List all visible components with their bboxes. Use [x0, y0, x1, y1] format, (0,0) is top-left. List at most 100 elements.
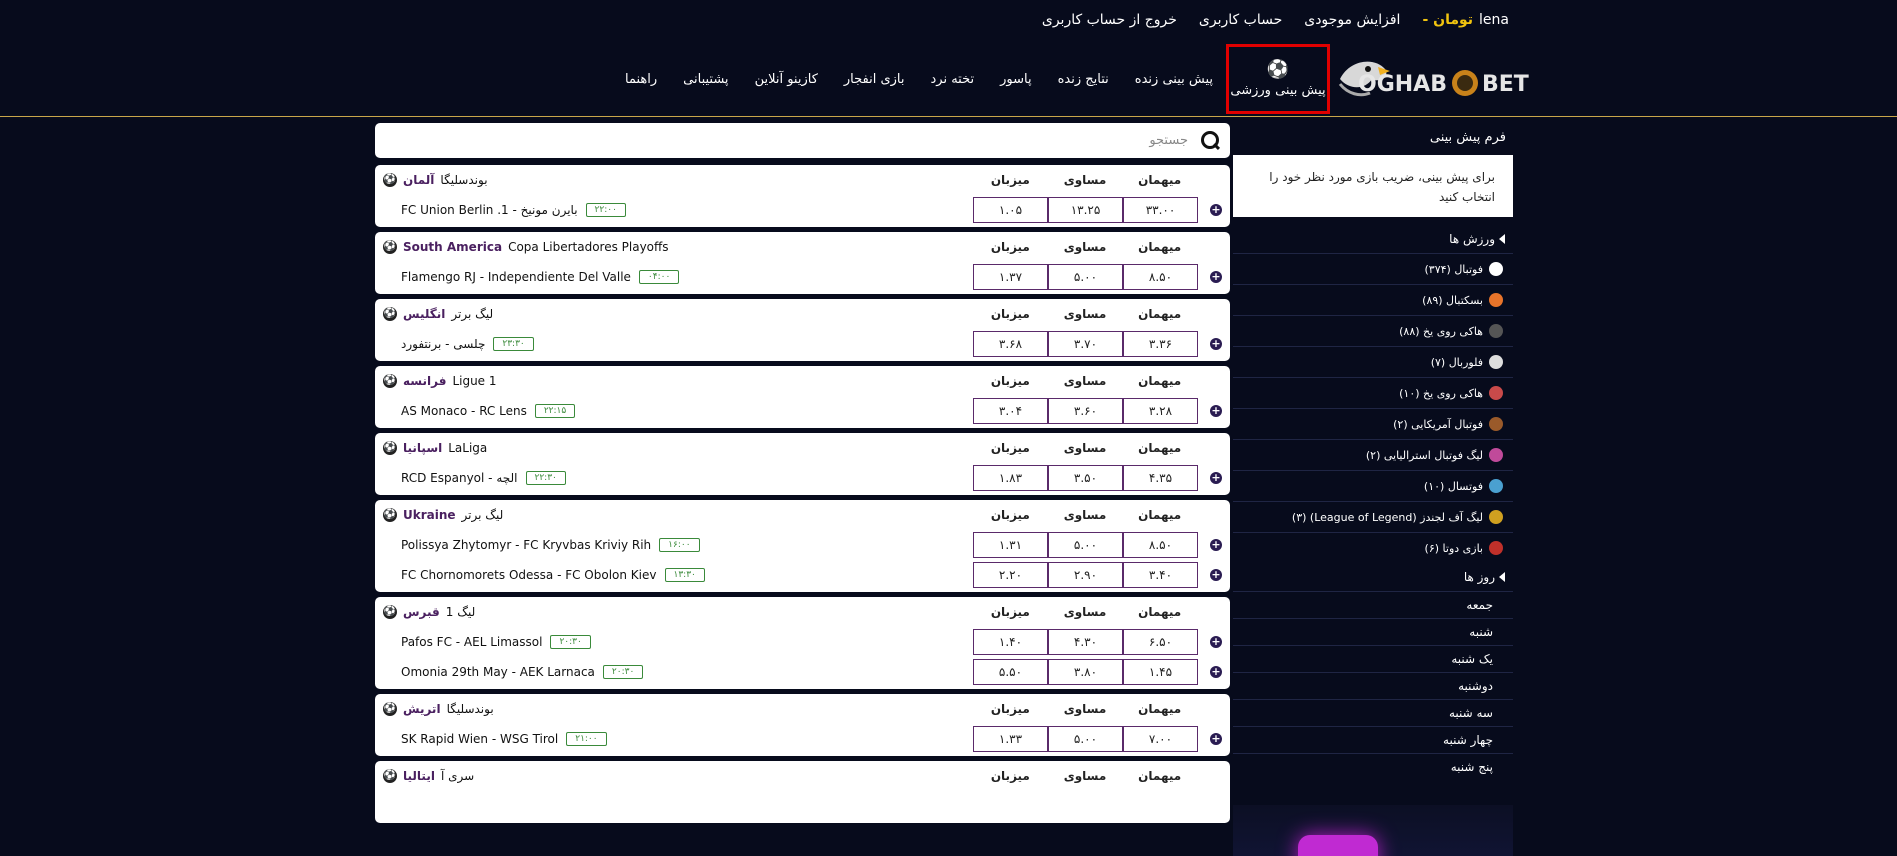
- day-item[interactable]: یک شنبه: [1233, 645, 1513, 672]
- odd-away-button[interactable]: ۳۳.۰۰: [1123, 197, 1198, 223]
- league-country: قبرس: [403, 605, 440, 619]
- account-link[interactable]: حساب کاربری: [1199, 12, 1282, 28]
- more-markets-icon[interactable]: +: [1210, 636, 1222, 648]
- sport-item[interactable]: فوتبال (۳۷۴): [1233, 253, 1513, 284]
- match-card: ⚽ انگلیس لیگ برتر میزبان مساوی میهمان چل…: [375, 299, 1230, 361]
- nav-live-results[interactable]: نتایج زنده: [1045, 44, 1122, 114]
- odd-home-button[interactable]: ۳.۰۴: [973, 398, 1048, 424]
- odd-home-button[interactable]: ۱.۳۳: [973, 726, 1048, 752]
- odd-away-button[interactable]: ۸.۵۰: [1123, 264, 1198, 290]
- sport-item[interactable]: بسکتبال (۸۹): [1233, 284, 1513, 315]
- odd-draw-button[interactable]: ۵.۰۰: [1048, 726, 1123, 752]
- deposit-link[interactable]: افزایش موجودی: [1304, 12, 1400, 28]
- search-icon[interactable]: [1198, 130, 1220, 152]
- odd-away-button[interactable]: ۳.۳۶: [1123, 331, 1198, 357]
- odd-draw-button[interactable]: ۲.۹۰: [1048, 562, 1123, 588]
- odds-group: ۱.۰۵ ۱۳.۲۵ ۳۳.۰۰: [973, 197, 1198, 223]
- nav-support[interactable]: پشتیبانی: [670, 44, 741, 114]
- day-item[interactable]: سه شنبه: [1233, 699, 1513, 726]
- day-item[interactable]: شنبه: [1233, 618, 1513, 645]
- match-teams: چلسی - برنتفورد ۲۳:۳۰: [401, 337, 534, 351]
- sport-item[interactable]: بازی دوتا (۶): [1233, 532, 1513, 563]
- odd-away-button[interactable]: ۳.۲۸: [1123, 398, 1198, 424]
- nav-pasoor[interactable]: پاسور: [987, 44, 1044, 114]
- more-markets-icon[interactable]: +: [1210, 204, 1222, 216]
- match-time-badge: ۲۱:۰۰: [566, 732, 607, 746]
- col-home: میزبان: [990, 605, 1030, 619]
- nav-guide[interactable]: راهنما: [612, 44, 670, 114]
- promo-banner[interactable]: [1233, 805, 1513, 856]
- odd-away-button[interactable]: ۴.۳۵: [1123, 465, 1198, 491]
- days-section-title[interactable]: روز ها: [1233, 563, 1513, 591]
- day-item[interactable]: پنج شنبه: [1233, 753, 1513, 780]
- odd-draw-button[interactable]: ۳.۷۰: [1048, 331, 1123, 357]
- sport-item[interactable]: لیگ فوتبال استرالیایی (۲): [1233, 439, 1513, 470]
- more-markets-icon[interactable]: +: [1210, 569, 1222, 581]
- sport-label: بازی دوتا (۶): [1424, 541, 1483, 555]
- more-markets-icon[interactable]: +: [1210, 539, 1222, 551]
- league-info: ⚽ South America Copa Libertadores Playof…: [383, 240, 669, 254]
- nav-crash-game[interactable]: بازی انفجار: [831, 44, 918, 114]
- odd-home-button[interactable]: ۱.۳۷: [973, 264, 1048, 290]
- sports-section-title[interactable]: ورزش ها: [1233, 225, 1513, 253]
- odd-home-button[interactable]: ۵.۵۰: [973, 659, 1048, 685]
- day-item[interactable]: دوشنبه: [1233, 672, 1513, 699]
- odd-away-button[interactable]: ۷.۰۰: [1123, 726, 1198, 752]
- logout-link[interactable]: خروج از حساب کاربری: [1042, 12, 1177, 28]
- day-item[interactable]: چهار شنبه: [1233, 726, 1513, 753]
- match-row: AS Monaco - RC Lens ۲۲:۱۵ ۳.۰۴ ۳.۶۰ ۳.۲۸…: [375, 398, 1230, 428]
- sport-item[interactable]: فلوربال (۷): [1233, 346, 1513, 377]
- odd-home-button[interactable]: ۲.۲۰: [973, 562, 1048, 588]
- league-info: ⚽ آلمان بوندسلیگا: [383, 173, 488, 187]
- more-markets-icon[interactable]: +: [1210, 338, 1222, 350]
- nav-sports-betting[interactable]: ⚽ پیش بینی ورزشی: [1226, 44, 1330, 114]
- header-divider: [0, 116, 1897, 117]
- odd-home-button[interactable]: ۱.۸۳: [973, 465, 1048, 491]
- sport-item[interactable]: فوتسال (۱۰): [1233, 470, 1513, 501]
- odd-home-button[interactable]: ۱.۳۱: [973, 532, 1048, 558]
- more-markets-icon[interactable]: +: [1210, 405, 1222, 417]
- odd-draw-button[interactable]: ۵.۰۰: [1048, 264, 1123, 290]
- teams-label: FC Union Berlin .1 - بایرن مونیخ: [401, 203, 578, 217]
- col-draw: مساوی: [1063, 605, 1107, 619]
- odd-draw-button[interactable]: ۴.۳۰: [1048, 629, 1123, 655]
- sports-title-label: ورزش ها: [1449, 232, 1495, 246]
- odd-away-button[interactable]: ۶.۵۰: [1123, 629, 1198, 655]
- day-item[interactable]: جمعه: [1233, 591, 1513, 618]
- more-markets-icon[interactable]: +: [1210, 271, 1222, 283]
- odd-draw-button[interactable]: ۳.۸۰: [1048, 659, 1123, 685]
- match-card-header: ⚽ فرانسه Ligue 1 میزبان مساوی میهمان: [375, 366, 1230, 398]
- sport-item[interactable]: هاکی روی یخ (۸۸): [1233, 315, 1513, 346]
- odds-group: ۱.۳۱ ۵.۰۰ ۸.۵۰: [973, 532, 1198, 558]
- odd-draw-button[interactable]: ۱۳.۲۵: [1048, 197, 1123, 223]
- odd-home-button[interactable]: ۱.۴۰: [973, 629, 1048, 655]
- match-row: Polissya Zhytomyr - FC Kryvbas Kriviy Ri…: [375, 532, 1230, 562]
- more-markets-icon[interactable]: +: [1210, 472, 1222, 484]
- odd-away-button[interactable]: ۸.۵۰: [1123, 532, 1198, 558]
- site-logo[interactable]: OGHAB BET: [1330, 44, 1560, 114]
- sport-item[interactable]: فوتبال آمریکایی (۲): [1233, 408, 1513, 439]
- more-markets-icon[interactable]: +: [1210, 733, 1222, 745]
- league-name: Copa Libertadores Playoffs: [508, 240, 669, 254]
- league-info: ⚽ فرانسه Ligue 1: [383, 374, 497, 388]
- col-draw: مساوی: [1063, 769, 1107, 783]
- odd-draw-button[interactable]: ۳.۵۰: [1048, 465, 1123, 491]
- search-input[interactable]: [385, 125, 1198, 156]
- nav-backgammon[interactable]: تخته نرد: [918, 44, 988, 114]
- more-markets-icon[interactable]: +: [1210, 666, 1222, 678]
- odd-draw-button[interactable]: ۳.۶۰: [1048, 398, 1123, 424]
- match-card: ⚽ اسپانیا LaLiga میزبان مساوی میهمان RCD…: [375, 433, 1230, 495]
- odd-away-button[interactable]: ۱.۴۵: [1123, 659, 1198, 685]
- odd-home-button[interactable]: ۳.۶۸: [973, 331, 1048, 357]
- sport-item[interactable]: هاکی روی یخ (۱۰): [1233, 377, 1513, 408]
- odd-away-button[interactable]: ۳.۴۰: [1123, 562, 1198, 588]
- sport-label: فوتبال آمریکایی (۲): [1393, 417, 1483, 431]
- sport-label: لیگ آف لجندز (League of Legend) (۳): [1291, 510, 1483, 524]
- nav-online-casino[interactable]: کازینو آنلاین: [742, 44, 831, 114]
- odd-draw-button[interactable]: ۵.۰۰: [1048, 532, 1123, 558]
- match-row: Flamengo RJ - Independiente Del Valle ۰۴…: [375, 264, 1230, 294]
- nav-live-betting[interactable]: پیش بینی زنده: [1122, 44, 1226, 114]
- col-away: میهمان: [1138, 240, 1182, 254]
- sport-item[interactable]: لیگ آف لجندز (League of Legend) (۳): [1233, 501, 1513, 532]
- odd-home-button[interactable]: ۱.۰۵: [973, 197, 1048, 223]
